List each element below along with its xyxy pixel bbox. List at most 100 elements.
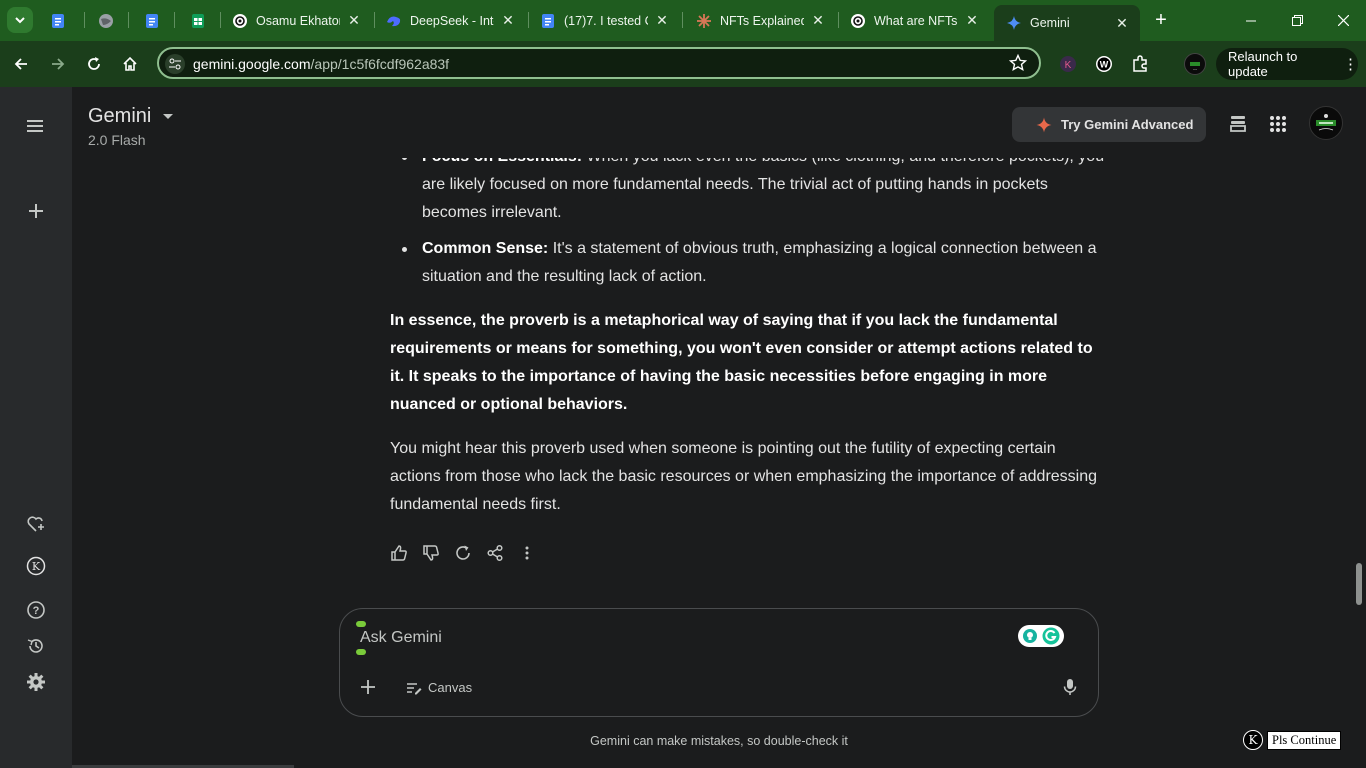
account-avatar[interactable]: [1309, 106, 1343, 140]
canvas-button[interactable]: Canvas: [406, 680, 472, 695]
openai-icon: [232, 13, 248, 29]
tab-search-button[interactable]: [7, 7, 33, 33]
tab-strip: Osamu Ekhator ✕ DeepSeek - Into ✕ (17)7.…: [0, 0, 1366, 41]
site-info-button[interactable]: [165, 54, 185, 74]
tab-separator: [84, 12, 85, 28]
close-icon[interactable]: ✕: [654, 12, 670, 29]
home-icon: [123, 56, 137, 71]
back-button[interactable]: [9, 52, 33, 76]
minimize-icon: [1246, 20, 1256, 21]
openai-icon: [850, 13, 866, 29]
close-window-button[interactable]: [1320, 0, 1366, 41]
svg-text:K: K: [32, 560, 41, 573]
restore-button[interactable]: [1274, 0, 1320, 41]
upload-button[interactable]: [358, 677, 378, 697]
arrow-right-icon: [52, 58, 65, 70]
close-icon[interactable]: ✕: [500, 12, 516, 29]
k-extension-badge[interactable]: K: [1243, 730, 1263, 750]
extension-k[interactable]: K: [1058, 54, 1078, 74]
minimize-button[interactable]: [1228, 0, 1274, 41]
tab-globe[interactable]: [86, 0, 128, 41]
k-circle-icon: K: [26, 556, 46, 576]
disclaimer-text: Gemini can make mistakes, so double-chec…: [590, 734, 848, 748]
tab-title: (17)7. I tested C: [564, 13, 648, 28]
thumbs-down-button[interactable]: [421, 543, 441, 563]
new-chat-button[interactable]: [24, 199, 48, 223]
activity-button[interactable]: [24, 634, 48, 658]
close-icon[interactable]: ✕: [1114, 15, 1130, 32]
reload-button[interactable]: [82, 52, 106, 76]
bullet-heading: Common Sense:: [422, 240, 549, 257]
response-bullet-list: Focus on Essentials: When you lack even …: [390, 143, 1106, 291]
tab-osamu[interactable]: Osamu Ekhator ✕: [220, 0, 372, 41]
microphone-icon: [1063, 679, 1077, 695]
settings-button[interactable]: [24, 670, 48, 694]
k-extension-button[interactable]: K: [24, 554, 48, 578]
tab-docs-tested[interactable]: (17)7. I tested C ✕: [528, 0, 680, 41]
sparkle-icon: [1036, 117, 1052, 132]
close-icon[interactable]: ✕: [810, 12, 826, 29]
microphone-button[interactable]: [1060, 677, 1080, 697]
home-button[interactable]: [118, 52, 142, 76]
chevron-down-icon: [15, 17, 25, 24]
share-button[interactable]: [485, 543, 505, 563]
chat-main: Focus on Essentials: When you lack even …: [72, 87, 1366, 768]
model-name: 2.0 Flash: [88, 132, 146, 148]
model-response: Focus on Essentials: When you lack even …: [390, 143, 1106, 519]
tab-docs-2[interactable]: [132, 0, 176, 41]
try-advanced-label: Try Gemini Advanced: [1061, 117, 1194, 132]
address-bar[interactable]: gemini.google.com/app/1c5f6fcdf962a83f: [157, 47, 1041, 79]
header-bar: Gemini 2.0 Flash Try Gemini Advanced: [72, 87, 1366, 158]
tab-what-are-nfts[interactable]: What are NFTs ✕: [838, 0, 990, 41]
url-text: gemini.google.com/app/1c5f6fcdf962a83f: [193, 56, 449, 72]
w-extension-icon: W: [1096, 56, 1112, 72]
tab-title: Osamu Ekhator: [256, 13, 340, 28]
pls-continue-button[interactable]: Pls Continue: [1267, 730, 1342, 750]
model-switcher[interactable]: Gemini: [88, 105, 174, 128]
tab-deepseek[interactable]: DeepSeek - Into ✕: [374, 0, 526, 41]
refresh-icon: [456, 545, 470, 560]
archive-icon: [1230, 116, 1246, 132]
closing-paragraph: You might hear this proverb used when so…: [390, 440, 1098, 513]
svg-text:K: K: [1065, 60, 1072, 71]
chat-archive-button[interactable]: [1227, 113, 1249, 135]
tab-title: What are NFTs: [874, 13, 958, 28]
help-icon: ?: [27, 601, 45, 619]
prompt-input[interactable]: Ask Gemini Canvas: [339, 608, 1099, 717]
profile-button[interactable]: ~~: [1183, 52, 1207, 76]
menu-icon: [27, 120, 43, 132]
tab-nfts-explained[interactable]: NFTs Explained ✕: [684, 0, 836, 41]
main-menu-button[interactable]: [24, 114, 48, 138]
grammarly-widget[interactable]: [1018, 625, 1064, 647]
close-icon[interactable]: ✕: [346, 12, 362, 29]
bookmark-star-icon[interactable]: [1009, 54, 1027, 72]
globe-icon: [98, 13, 114, 29]
help-button[interactable]: ?: [24, 598, 48, 622]
thumbs-up-button[interactable]: [389, 543, 409, 563]
avatar-image: [1316, 114, 1336, 131]
tab-separator: [682, 12, 683, 28]
regenerate-button[interactable]: [453, 543, 473, 563]
tab-gemini[interactable]: Gemini ✕: [994, 5, 1140, 41]
try-gemini-advanced-button[interactable]: Try Gemini Advanced: [1012, 107, 1206, 142]
google-apps-button[interactable]: [1267, 113, 1289, 135]
more-options-button[interactable]: [517, 543, 537, 563]
new-tab-button[interactable]: +: [1151, 9, 1171, 31]
url-host: gemini.google.com: [193, 56, 311, 72]
apps-grid-icon: [1270, 116, 1286, 132]
close-icon[interactable]: ✕: [964, 12, 980, 29]
extension-w[interactable]: W: [1094, 54, 1114, 74]
gear-icon: [27, 673, 45, 691]
thumbs-up-icon: [391, 545, 407, 561]
forward-button[interactable]: [46, 52, 70, 76]
relaunch-to-update-button[interactable]: Relaunch to update ⋮: [1216, 48, 1358, 80]
scrollbar-thumb[interactable]: [1356, 563, 1362, 605]
gem-manager-button[interactable]: [24, 512, 48, 536]
sheets-icon: [190, 13, 206, 29]
tab-separator: [174, 12, 175, 28]
tab-docs-1[interactable]: [38, 0, 90, 41]
deepseek-icon: [386, 13, 402, 29]
tab-sheets[interactable]: [178, 0, 220, 41]
extensions-button[interactable]: [1130, 54, 1150, 74]
extension-overlay: K Pls Continue: [1243, 730, 1342, 750]
